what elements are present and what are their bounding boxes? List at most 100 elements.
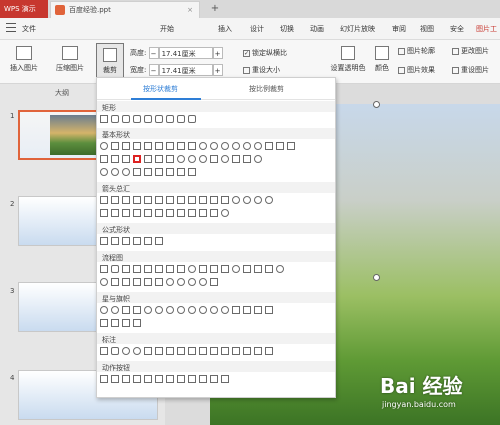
border-callout-4-shape[interactable] xyxy=(265,347,273,355)
curved-ribbon-shape[interactable] xyxy=(254,306,262,314)
line-callout-3-shape[interactable] xyxy=(166,347,174,355)
right-triangle-shape[interactable] xyxy=(122,142,130,150)
flowchart-manual-input-shape[interactable] xyxy=(210,265,218,273)
action-button-return-shape[interactable] xyxy=(166,375,174,383)
curved-left-arrow-shape[interactable] xyxy=(243,196,251,204)
up-arrow-shape[interactable] xyxy=(122,196,130,204)
flowchart-punched-tape-shape[interactable] xyxy=(265,265,273,273)
border-callout-2-shape[interactable] xyxy=(243,347,251,355)
flowchart-direct-access-storage-shape[interactable] xyxy=(199,278,207,286)
left-right-arrow-callout-shape[interactable] xyxy=(188,209,196,217)
flowchart-process-shape[interactable] xyxy=(100,265,108,273)
block-arc-shape[interactable] xyxy=(199,155,207,163)
up-down-arrow-shape[interactable] xyxy=(155,196,163,204)
left-arrow-callout-shape[interactable] xyxy=(155,209,163,217)
ribbon-2-shape[interactable] xyxy=(243,306,251,314)
half-frame-shape[interactable] xyxy=(276,142,284,150)
frame-shape[interactable] xyxy=(265,142,273,150)
crop-button[interactable]: 裁剪 xyxy=(96,43,124,80)
flowchart-terminator-shape[interactable] xyxy=(188,265,196,273)
curved-ribbon-2-shape[interactable] xyxy=(265,306,273,314)
double-brace-shape[interactable] xyxy=(144,168,152,176)
snip-rectangle-shape[interactable] xyxy=(122,115,130,123)
pentagon-shape[interactable] xyxy=(166,142,174,150)
menu-home[interactable]: 开始 xyxy=(160,18,174,40)
border-callout-3-shape[interactable] xyxy=(254,347,262,355)
insert-picture-button[interactable]: 插入图片 xyxy=(4,46,44,73)
right-brace-shape[interactable] xyxy=(188,168,196,176)
curved-down-arrow-shape[interactable] xyxy=(265,196,273,204)
action-button-beginning-shape[interactable] xyxy=(122,375,130,383)
l-shape[interactable] xyxy=(287,142,295,150)
left-up-arrow-shape[interactable] xyxy=(210,196,218,204)
round-rectangle-shape[interactable] xyxy=(188,115,196,123)
down-arrow-shape[interactable] xyxy=(133,196,141,204)
right-arrow-callout-shape[interactable] xyxy=(144,209,152,217)
flowchart-merge-shape[interactable] xyxy=(144,278,152,286)
selected-plaque-shape[interactable] xyxy=(133,155,141,163)
line-callout-2-shape[interactable] xyxy=(155,347,163,355)
star-10-shape[interactable] xyxy=(177,306,185,314)
snip-rectangle-shape[interactable] xyxy=(133,115,141,123)
explosion-2-shape[interactable] xyxy=(111,306,119,314)
down-arrow-callout-shape[interactable] xyxy=(177,209,185,217)
width-input[interactable]: 17.41厘米 xyxy=(158,64,213,76)
reset-picture-button[interactable]: 重设图片 xyxy=(452,64,489,77)
star-7-shape[interactable] xyxy=(155,306,163,314)
no-symbol-shape[interactable] xyxy=(188,155,196,163)
action-button-sound-shape[interactable] xyxy=(199,375,207,383)
trapezoid-shape[interactable] xyxy=(144,142,152,150)
action-button-forward-shape[interactable] xyxy=(111,375,119,383)
width-increment[interactable]: + xyxy=(212,64,223,76)
vertical-scroll-shape[interactable] xyxy=(100,319,108,327)
action-button-information-shape[interactable] xyxy=(155,375,163,383)
flowchart-or-shape[interactable] xyxy=(100,278,108,286)
accent-callout-2-shape[interactable] xyxy=(199,347,207,355)
donut-shape[interactable] xyxy=(177,155,185,163)
flowchart-sequential-access-storage-shape[interactable] xyxy=(177,278,185,286)
left-arrow-shape[interactable] xyxy=(111,196,119,204)
snip-rectangle-shape[interactable] xyxy=(155,115,163,123)
accent-callout-3-shape[interactable] xyxy=(210,347,218,355)
accent-callout-4-shape[interactable] xyxy=(221,347,229,355)
folded-corner-shape[interactable] xyxy=(210,155,218,163)
action-button-movie-shape[interactable] xyxy=(177,375,185,383)
diagonal-stripe-shape[interactable] xyxy=(100,155,108,163)
height-increment[interactable]: + xyxy=(212,47,223,59)
heart-shape[interactable] xyxy=(232,155,240,163)
star-6-shape[interactable] xyxy=(144,306,152,314)
plaque-shape[interactable] xyxy=(122,155,130,163)
snip-rectangle-shape[interactable] xyxy=(144,115,152,123)
cloud-shape[interactable] xyxy=(111,168,119,176)
rectangle-shape[interactable] xyxy=(100,115,108,123)
flowchart-connector-shape[interactable] xyxy=(232,265,240,273)
smiley-face-shape[interactable] xyxy=(221,155,229,163)
flowchart-extract-shape[interactable] xyxy=(133,278,141,286)
file-menu[interactable]: 文件 xyxy=(22,18,36,40)
triangle-shape[interactable] xyxy=(111,142,119,150)
diamond-shape[interactable] xyxy=(155,142,163,150)
right-bracket-shape[interactable] xyxy=(166,168,174,176)
flowchart-magnetic-disk-shape[interactable] xyxy=(188,278,196,286)
teardrop-shape[interactable] xyxy=(254,142,262,150)
horizontal-scroll-shape[interactable] xyxy=(111,319,119,327)
star-5-shape[interactable] xyxy=(133,306,141,314)
menu-insert[interactable]: 插入 xyxy=(218,18,232,40)
sun-shape[interactable] xyxy=(254,155,262,163)
picture-effect-button[interactable]: 图片效果 xyxy=(398,64,435,77)
oval-shape[interactable] xyxy=(100,142,108,150)
menu-view[interactable]: 视图 xyxy=(420,18,434,40)
flowchart-stored-data-shape[interactable] xyxy=(155,278,163,286)
action-button-custom-shape[interactable] xyxy=(221,375,229,383)
flowchart-manual-operation-shape[interactable] xyxy=(221,265,229,273)
cloud-callout-shape[interactable] xyxy=(133,347,141,355)
width-decrement[interactable]: − xyxy=(148,64,159,76)
color-button[interactable]: 颜色 xyxy=(370,46,394,73)
flowchart-summing-junction-shape[interactable] xyxy=(276,265,284,273)
curved-right-arrow-shape[interactable] xyxy=(232,196,240,204)
resize-handle[interactable] xyxy=(373,101,380,108)
decagon-shape[interactable] xyxy=(210,142,218,150)
pie-shape[interactable] xyxy=(232,142,240,150)
flowchart-offpage-connector-shape[interactable] xyxy=(243,265,251,273)
action-button-home-shape[interactable] xyxy=(144,375,152,383)
